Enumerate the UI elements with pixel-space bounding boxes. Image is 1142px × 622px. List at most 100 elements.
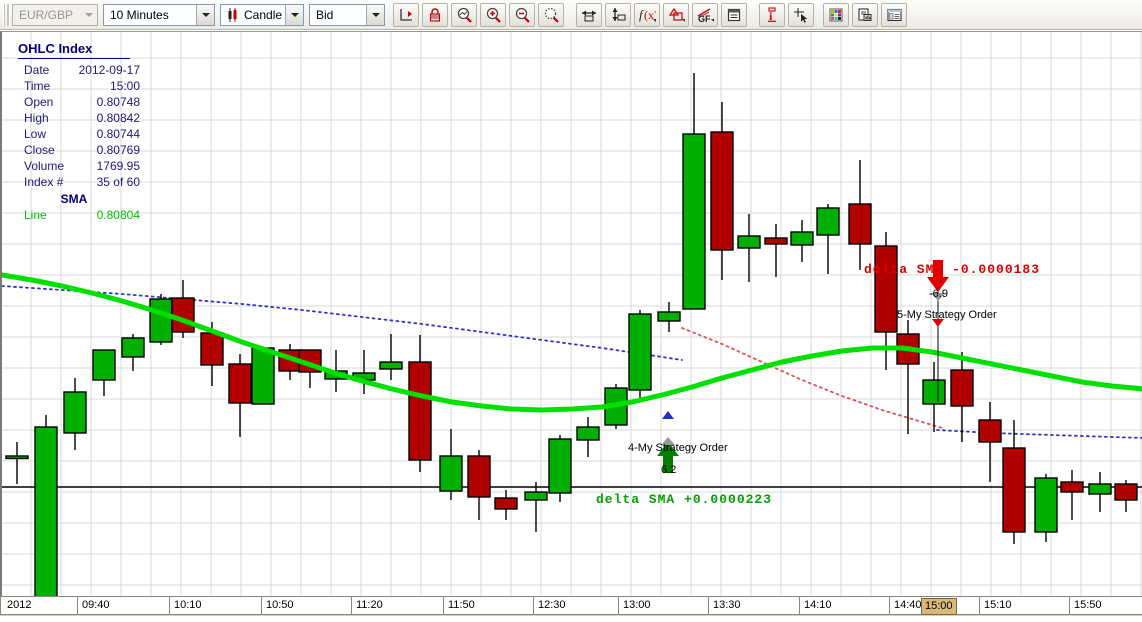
ohlc-row-key: Close [24,143,55,157]
ohlc-row: Time 15:00 [18,78,140,94]
style-select[interactable]: Candle [220,3,304,26]
price-select[interactable]: Bid [309,3,385,26]
candle-body [171,297,195,333]
axis-label: 14:40 [894,599,922,611]
candle-body [628,313,652,391]
axis-label: 2012 [7,599,32,611]
candle-body [121,337,145,358]
info-button[interactable]: i [759,2,785,27]
delta-sma-sell-label: delta SMA -0.0000183 [864,262,1041,277]
ohlc-row-key: Index # [24,175,64,189]
ohlc-row: High 0.80842 [18,110,140,126]
price-select-value: Bid [316,7,334,22]
candle-body [816,207,840,236]
candle-body [200,332,224,366]
time-axis[interactable]: 2012 09:40 10:10 10:50 11:20 11:50 12:30 13:00 1… [0,596,1142,615]
ohlc-row-key: Volume [24,159,65,173]
print-button[interactable] [852,2,878,27]
scale-vertical-button[interactable] [605,2,631,27]
zoom-out-button[interactable] [509,2,535,27]
axis-tick [618,597,619,614]
chevron-down-icon [196,4,214,25]
scale-horizontal-button[interactable] [576,2,602,27]
axis-label: 11:20 [356,599,383,611]
candle-body [576,426,600,441]
zoom-fit-button[interactable] [451,2,477,27]
toolbar-grip[interactable] [3,3,10,26]
candle-body [657,311,681,322]
ohlc-row-key: High [24,111,49,125]
axis-label: 09:40 [82,599,110,611]
interval-select-value: 10 Minutes [110,7,169,22]
candle-body [764,237,788,245]
symbol-select-value: EUR/GBP [19,7,74,22]
buy-signal-caret [662,411,674,419]
candle-body [682,133,706,310]
axis-tick [889,597,890,614]
ohlc-row: Close 0.80769 [18,142,140,158]
axis-label: 15:10 [984,599,1012,611]
axis-tick [351,597,352,614]
axis-label: 13:30 [713,599,741,611]
chevron-down-icon [285,4,303,25]
axis-tick [979,597,980,614]
candle-body [92,349,116,381]
overlay-button[interactable] [663,2,689,27]
lock-scale-button[interactable] [422,2,448,27]
order-5-label: 5-My Strategy Order [897,309,997,321]
candle-body [63,391,87,434]
candle-body [710,131,734,251]
axis-label: 15:50 [1074,599,1102,611]
axis-label: 13:00 [623,599,651,611]
ohlc-row-value: 0.80842 [96,111,140,125]
axis-scale-button[interactable] [393,2,419,27]
svg-text:GF: GF [698,14,711,23]
sell-arrow-value: -6.9 [929,288,948,300]
gf-button[interactable]: GF [692,2,718,27]
ohlc-row: Date 2012-09-17 [18,62,140,78]
sma-line-row: Line 0.80804 [18,207,140,223]
style-select-value: Candle [244,7,283,22]
ohlc-row-key: Low [24,127,47,141]
axis-tick [799,597,800,614]
ohlc-row-value: 0.80744 [96,127,140,141]
candle-body [848,203,872,245]
candle-body [1114,483,1138,501]
ohlc-legend-rows: Date 2012-09-17 Time 15:00 Open 0.80748 High 0.… [18,62,140,190]
ohlc-row-value: 1769.95 [96,159,140,173]
properties-button[interactable] [881,2,907,27]
candle-body [149,298,173,343]
ohlc-row: Low 0.80744 [18,126,140,142]
buy-arrow-value: 6.2 [661,464,677,476]
ohlc-row-key: Time [24,79,51,93]
function-button[interactable]: f(x) [634,2,660,27]
ohlc-row: Volume 1769.95 [18,158,140,174]
candle-body [1060,481,1084,493]
zoom-in-button[interactable] [480,2,506,27]
palette-button[interactable] [823,2,849,27]
candle-body [467,455,491,498]
candle-body [790,231,814,246]
chevron-down-icon [80,5,97,25]
candle-body [978,419,1002,443]
axis-label: 10:10 [174,599,202,611]
candle-body [228,363,252,404]
ohlc-row-key: Open [24,95,54,109]
candle-body [524,491,548,501]
candle-body [5,455,29,460]
order-4-label: 4-My Strategy Order [628,442,728,454]
ohlc-row-value: 35 of 60 [96,175,140,189]
ohlc-row-value: 2012-09-17 [78,63,140,77]
candle-body [439,455,463,492]
zoom-region-button[interactable] [538,2,564,27]
axis-tick [261,597,262,614]
data-window-button[interactable] [721,2,747,27]
chart-canvas-area[interactable]: OHLC Index Date 2012-09-17 Time 15:00 Open 0.… [0,31,1142,596]
candle-body [408,361,432,461]
symbol-select[interactable]: EUR/GBP [12,3,98,26]
interval-select[interactable]: 10 Minutes [103,3,215,26]
candle-body [379,361,403,370]
crosshair-button[interactable] [788,2,814,27]
chart-toolbar: EUR/GBP 10 Minutes Candle Bid f(x) [0,0,1142,31]
candle-body [34,426,58,596]
